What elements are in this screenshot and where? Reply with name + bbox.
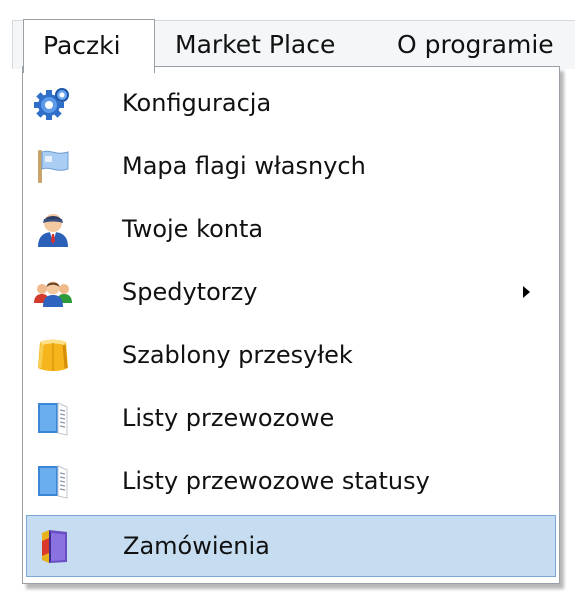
orders-book-icon: [35, 527, 73, 565]
flag-icon: [34, 147, 72, 185]
menu-item-spedytorzy[interactable]: Spedytorzy: [26, 261, 556, 323]
menu-item-label: Twoje konta: [122, 215, 264, 243]
menu-market-place[interactable]: Market Place: [175, 21, 335, 69]
menu-item-listy-przewozowe[interactable]: Listy przewozowe: [26, 387, 556, 449]
menu-item-label: Konfiguracja: [122, 89, 272, 117]
screen: Paczki Market Place O programie Konfigur…: [0, 0, 575, 598]
menu-item-label: Szablony przesyłek: [122, 341, 353, 369]
package-icon: [34, 336, 72, 374]
menu-item-label: Listy przewozowe statusy: [122, 467, 430, 495]
menu-item-label: Listy przewozowe: [122, 404, 335, 432]
menu-item-label: Mapa flagi własnych: [122, 152, 366, 180]
document-icon: [34, 399, 72, 437]
menu-item-zamowienia[interactable]: Zamówienia: [26, 515, 556, 577]
menu-paczki[interactable]: Paczki: [23, 19, 155, 73]
menu-item-twoje-konta[interactable]: Twoje konta: [26, 198, 556, 260]
menu-item-konfiguracja[interactable]: Konfiguracja: [26, 72, 556, 134]
menu-item-listy-przewozowe-statusy[interactable]: Listy przewozowe statusy: [26, 450, 556, 512]
menu-item-mapa-flagi[interactable]: Mapa flagi własnych: [26, 135, 556, 197]
gear-icon: [34, 84, 72, 122]
paczki-dropdown-menu: Konfiguracja Mapa flagi własnych Twoje k…: [22, 66, 560, 584]
menu-item-label: Spedytorzy: [122, 278, 258, 306]
user-icon: [34, 210, 72, 248]
document-icon: [34, 462, 72, 500]
submenu-arrow-icon: [523, 286, 530, 298]
menu-item-szablony-przesylek[interactable]: Szablony przesyłek: [26, 324, 556, 386]
menu-bar: Paczki Market Place O programie: [12, 19, 575, 73]
menu-o-programie[interactable]: O programie: [397, 21, 554, 69]
users-group-icon: [34, 273, 72, 311]
menu-item-label: Zamówienia: [123, 532, 270, 560]
